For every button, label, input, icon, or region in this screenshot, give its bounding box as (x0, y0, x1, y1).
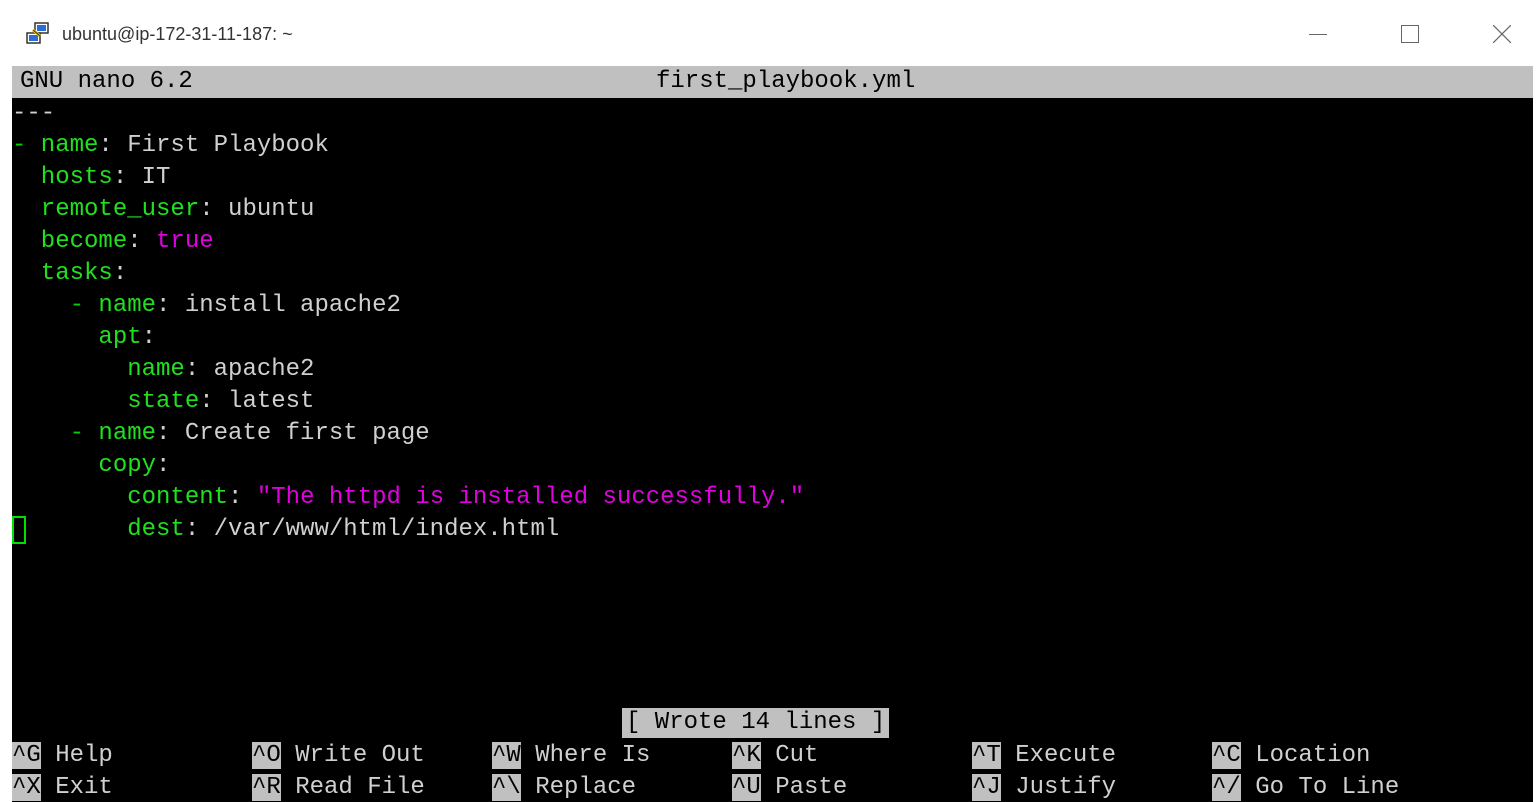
code-token: : install apache2 (156, 292, 401, 319)
code-token: : IT (112, 164, 171, 191)
code-token: hosts (12, 164, 113, 191)
close-icon (1493, 25, 1511, 43)
shortcut-execute[interactable]: ^T Execute (972, 740, 1116, 772)
shortcut-cut[interactable]: ^K Cut (732, 740, 818, 772)
minimize-icon (1309, 34, 1327, 35)
minimize-button[interactable] (1294, 12, 1342, 56)
shortcut-label: Execute (1000, 742, 1117, 769)
code-line[interactable]: - name: First Playbook (12, 130, 329, 162)
shortcut-key: ^/ (1212, 774, 1241, 801)
code-line[interactable]: apt: (12, 322, 156, 354)
shortcut-label: Help (40, 742, 113, 769)
title-bar[interactable]: ubuntu@ip-172-31-11-187: ~ (0, 0, 1537, 66)
shortcut-label: Location (1240, 742, 1371, 769)
status-message: [ Wrote 14 lines ] (622, 708, 890, 738)
shortcut-justify[interactable]: ^J Justify (972, 772, 1116, 802)
code-token: apt (12, 324, 142, 351)
shortcut-key: ^\ (492, 774, 521, 801)
shortcut-key: ^X (12, 774, 41, 801)
code-line[interactable]: state: latest (12, 386, 314, 418)
code-token: --- (12, 100, 56, 127)
code-token: true (156, 228, 214, 255)
file-name: first_playbook.yml (656, 68, 916, 95)
code-line[interactable]: --- (12, 98, 55, 130)
shortcut-key: ^U (732, 774, 761, 801)
code-line[interactable]: dest: /var/www/html/index.html (12, 514, 559, 546)
code-token: - (12, 132, 27, 159)
close-button[interactable] (1478, 12, 1526, 56)
shortcut-exit[interactable]: ^X Exit (12, 772, 113, 802)
putty-icon[interactable] (26, 22, 50, 46)
shortcut-write-out[interactable]: ^O Write Out (252, 740, 425, 772)
shortcut-read-file[interactable]: ^R Read File (252, 772, 425, 802)
shortcut-label: Replace (520, 774, 637, 801)
code-token: : (141, 324, 157, 351)
shortcut-label: Exit (40, 774, 113, 801)
code-token: dest (12, 516, 185, 543)
shortcut-replace[interactable]: ^\ Replace (492, 772, 636, 802)
code-token: name (26, 132, 99, 159)
shortcut-paste[interactable]: ^U Paste (732, 772, 847, 802)
code-token: copy (12, 452, 157, 479)
nano-header: GNU nano 6.2 first_playbook.yml (12, 66, 1533, 98)
maximize-button[interactable] (1386, 12, 1434, 56)
code-token: - (12, 420, 85, 447)
code-token: become (12, 228, 128, 255)
shortcut-key: ^J (972, 774, 1001, 801)
code-token: : latest (199, 388, 315, 415)
code-line[interactable]: remote_user: ubuntu (12, 194, 315, 226)
maximize-icon (1401, 25, 1419, 43)
code-token: : (156, 452, 171, 479)
code-token: : First Playbook (98, 132, 329, 159)
code-token: : Create first page (156, 420, 430, 447)
code-token: name (84, 420, 157, 447)
code-token: content (12, 484, 229, 511)
code-token: : (127, 228, 157, 255)
code-line[interactable]: tasks: (12, 258, 127, 290)
shortcut-key: ^G (12, 742, 41, 769)
code-token: : /var/www/html/index.html (184, 516, 560, 543)
shortcut-label: Cut (760, 742, 819, 769)
text-cursor (12, 516, 26, 544)
shortcut-key: ^R (252, 774, 281, 801)
window-title: ubuntu@ip-172-31-11-187: ~ (62, 24, 293, 44)
shortcut-key: ^O (252, 742, 281, 769)
shortcut-key: ^C (1212, 742, 1241, 769)
code-token: state (12, 388, 200, 415)
shortcut-label: Go To Line (1240, 774, 1400, 801)
code-line[interactable]: content: "The httpd is installed success… (12, 482, 804, 514)
code-line[interactable]: name: apache2 (12, 354, 314, 386)
code-line[interactable]: hosts: IT (12, 162, 171, 194)
nano-version: GNU nano 6.2 (20, 68, 193, 95)
shortcut-go-to-line[interactable]: ^/ Go To Line (1212, 772, 1399, 802)
code-token: : ubuntu (199, 196, 315, 223)
code-token: name (84, 292, 157, 319)
shortcut-key: ^W (492, 742, 521, 769)
shortcut-key: ^T (972, 742, 1001, 769)
shortcut-label: Justify (1000, 774, 1117, 801)
code-line[interactable]: copy: (12, 450, 170, 482)
shortcut-location[interactable]: ^C Location (1212, 740, 1370, 772)
code-token: "The httpd is installed successfully." (256, 484, 805, 511)
shortcut-where-is[interactable]: ^W Where Is (492, 740, 650, 772)
code-line[interactable]: become: true (12, 226, 214, 258)
shortcut-label: Paste (760, 774, 848, 801)
code-token: : apache2 (184, 356, 315, 383)
code-token: : (228, 484, 257, 511)
code-line[interactable]: - name: install apache2 (12, 290, 401, 322)
code-token: name (12, 356, 185, 383)
shortcut-label: Read File (280, 774, 425, 801)
code-line[interactable]: - name: Create first page (12, 418, 430, 450)
terminal[interactable]: GNU nano 6.2 first_playbook.yml --- - nam… (12, 66, 1533, 802)
code-token: tasks (12, 260, 113, 287)
code-token: remote_user (12, 196, 200, 223)
shortcut-key: ^K (732, 742, 761, 769)
shortcut-label: Where Is (520, 742, 651, 769)
code-token: : (112, 260, 128, 287)
shortcut-help[interactable]: ^G Help (12, 740, 113, 772)
code-token: - (12, 292, 85, 319)
shortcut-label: Write Out (280, 742, 425, 769)
